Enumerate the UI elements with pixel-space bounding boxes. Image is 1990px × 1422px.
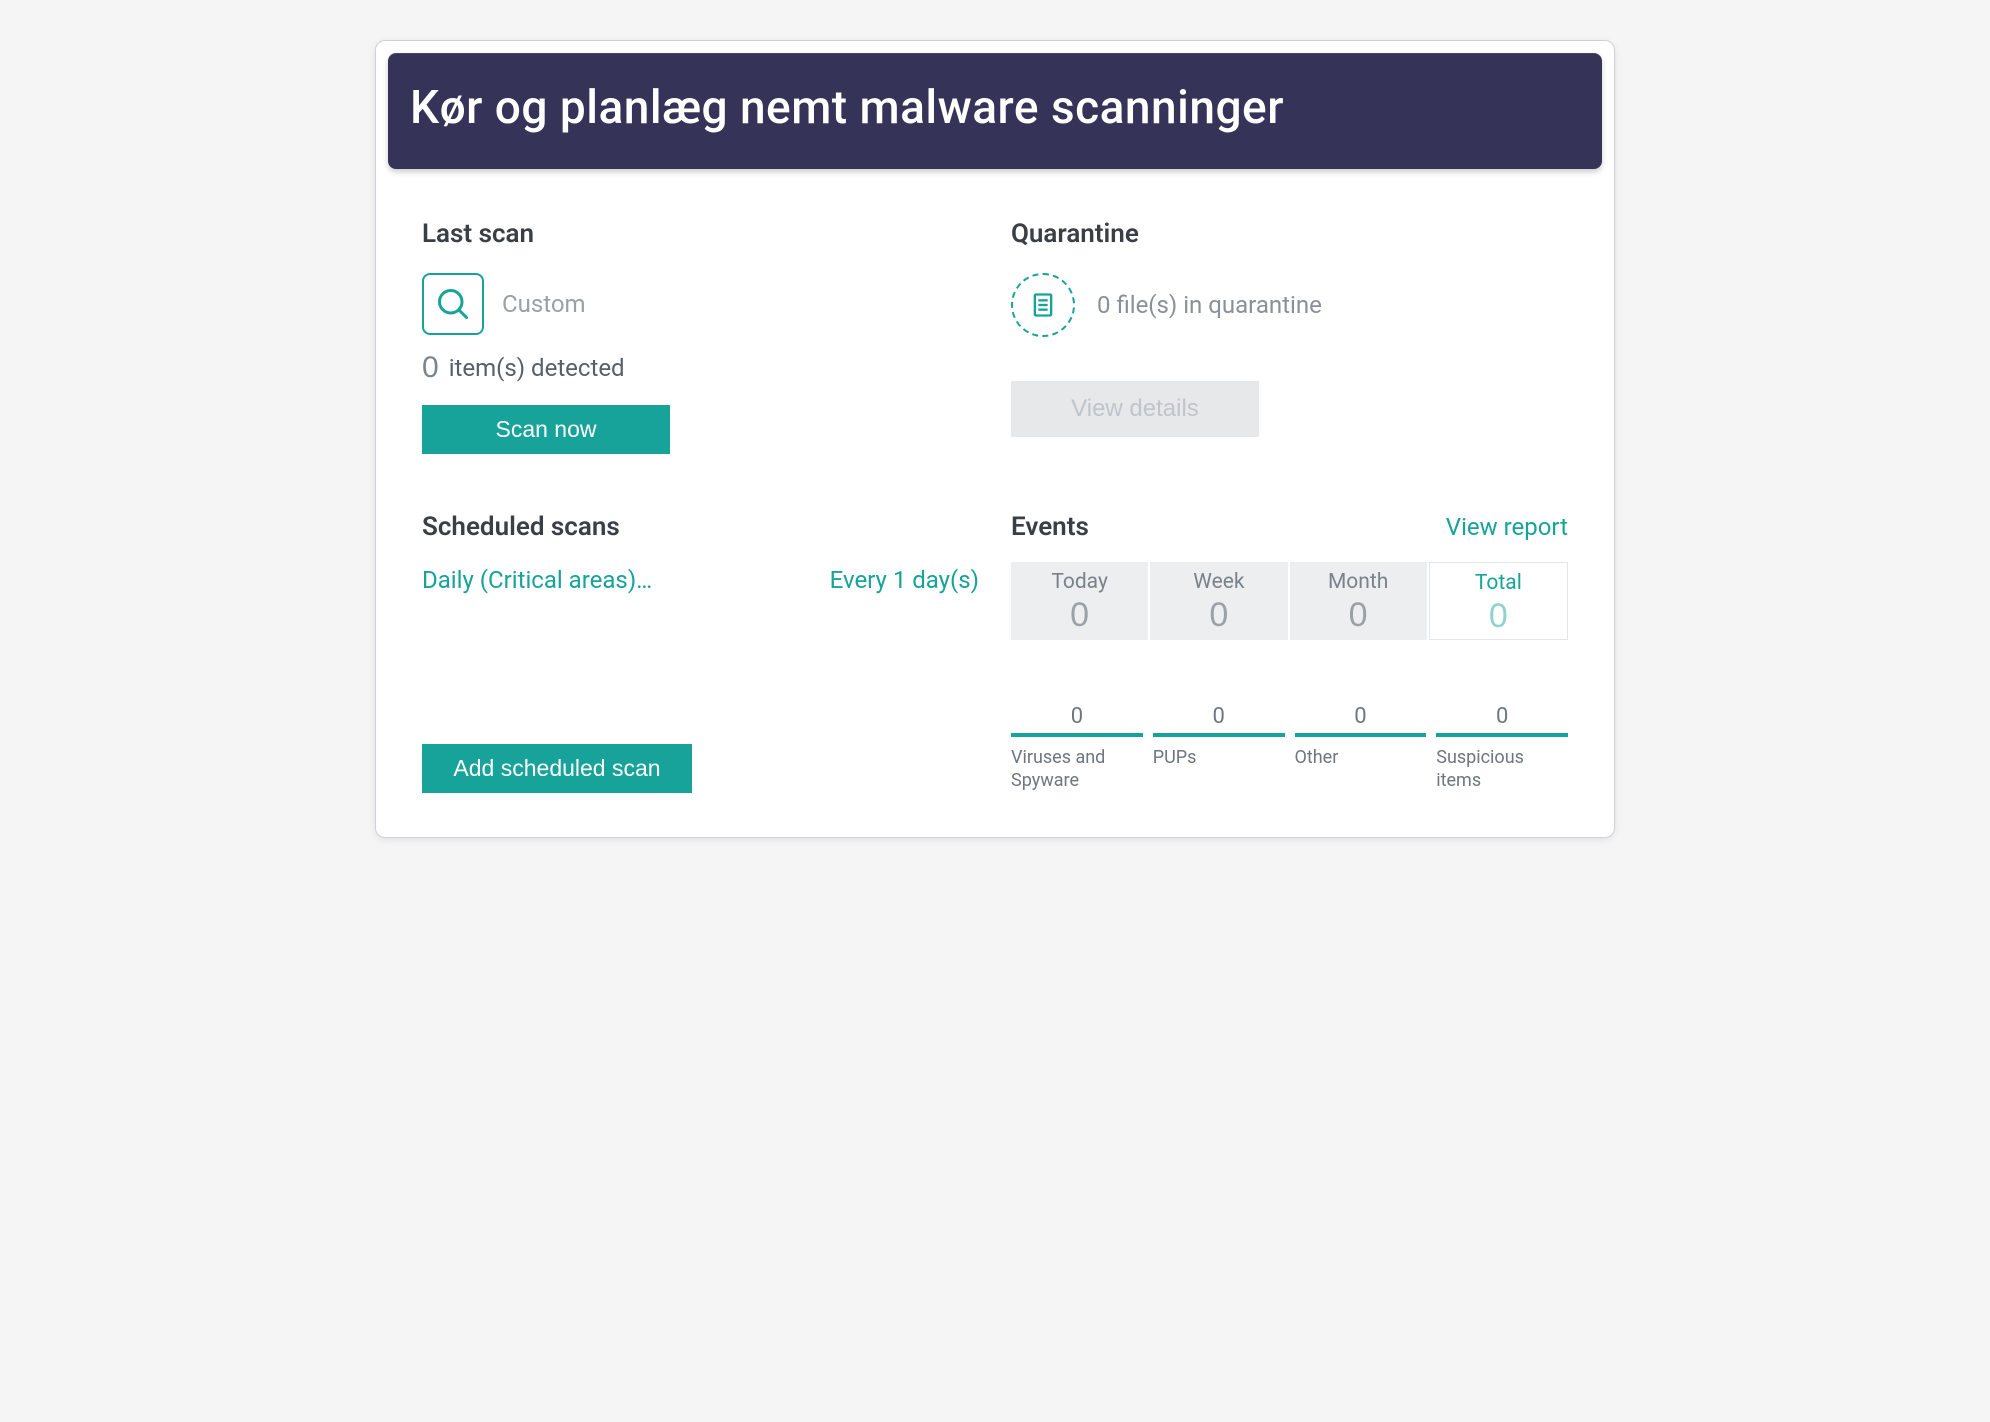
scan-now-button[interactable]: Scan now (422, 405, 670, 454)
detected-label: item(s) detected (449, 354, 625, 382)
app-window: Kør og planlæg nemt malware scanninger L… (375, 40, 1615, 838)
events-period-bar: Today 0 Week 0 Month 0 Total 0 (1011, 562, 1568, 640)
quarantine-text: 0 file(s) in quarantine (1097, 291, 1322, 319)
quarantine-title: Quarantine (1011, 219, 1568, 249)
event-period-month[interactable]: Month 0 (1290, 562, 1427, 640)
events-title: Events (1011, 512, 1089, 542)
scheduled-scans-section: Scheduled scans Daily (Critical areas)… … (422, 512, 979, 793)
banner-title: Kør og planlæg nemt malware scanninger (388, 53, 1602, 169)
document-icon (1011, 273, 1075, 337)
breakdown-pups: 0 PUPs (1153, 704, 1285, 792)
content-area: Last scan Custom 0 item(s) detected Scan… (376, 181, 1614, 837)
events-breakdown: 0 Viruses and Spyware 0 PUPs 0 Other (1011, 704, 1568, 792)
scheduled-item-name[interactable]: Daily (Critical areas)… (422, 566, 652, 594)
view-details-button: View details (1011, 381, 1259, 437)
last-scan-section: Last scan Custom 0 item(s) detected Scan… (422, 219, 979, 454)
scheduled-item-frequency: Every 1 day(s) (830, 566, 979, 594)
detected-count: 0 (422, 353, 439, 383)
breakdown-suspicious: 0 Suspicious items (1436, 704, 1568, 792)
quarantine-section: Quarantine 0 file(s) in quarantine View … (1011, 219, 1568, 454)
view-report-link[interactable]: View report (1446, 513, 1568, 541)
event-period-total[interactable]: Total 0 (1429, 562, 1568, 640)
last-scan-type: Custom (502, 290, 586, 318)
scheduled-title: Scheduled scans (422, 512, 979, 542)
search-icon (422, 273, 484, 335)
event-period-week[interactable]: Week 0 (1150, 562, 1287, 640)
breakdown-viruses: 0 Viruses and Spyware (1011, 704, 1143, 792)
events-section: Events View report Today 0 Week 0 Month … (1011, 512, 1568, 793)
add-scheduled-scan-button[interactable]: Add scheduled scan (422, 744, 692, 793)
event-period-today[interactable]: Today 0 (1011, 562, 1148, 640)
breakdown-other: 0 Other (1295, 704, 1427, 792)
last-scan-title: Last scan (422, 219, 979, 249)
